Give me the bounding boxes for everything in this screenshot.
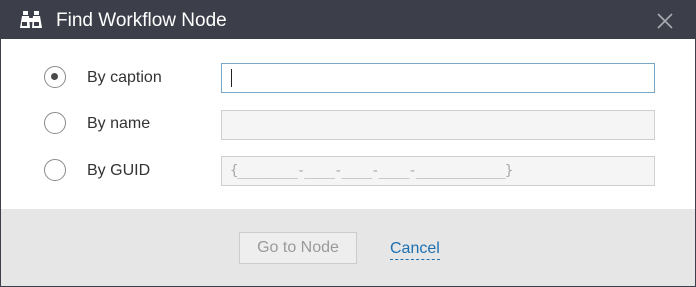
caption-input[interactable] — [221, 63, 655, 93]
text-caret — [231, 69, 232, 87]
cancel-link[interactable]: Cancel — [390, 239, 440, 260]
dialog-footer: Go to Node Cancel — [1, 209, 695, 286]
go-to-node-button[interactable]: Go to Node — [239, 232, 357, 264]
radio-by-name[interactable] — [44, 112, 66, 134]
radio-selected-dot — [51, 73, 58, 80]
close-icon[interactable] — [657, 13, 673, 29]
dialog-body: By caption By name By GUID {________-___… — [1, 39, 695, 209]
guid-input-mask: {________-____-____-____-____________} — [230, 163, 513, 179]
name-input[interactable] — [221, 110, 655, 140]
guid-input[interactable]: {________-____-____-____-____________} — [221, 156, 655, 186]
label-by-guid: By GUID — [87, 162, 151, 179]
label-by-caption: By caption — [87, 69, 162, 86]
dialog-title: Find Workflow Node — [56, 10, 227, 31]
find-workflow-node-dialog: Find Workflow Node By caption By name By… — [0, 0, 696, 287]
radio-by-caption[interactable] — [44, 66, 66, 88]
binoculars-icon — [20, 11, 44, 29]
label-by-name: By name — [87, 115, 151, 132]
dialog-titlebar: Find Workflow Node — [1, 1, 695, 39]
radio-by-guid[interactable] — [44, 159, 66, 181]
